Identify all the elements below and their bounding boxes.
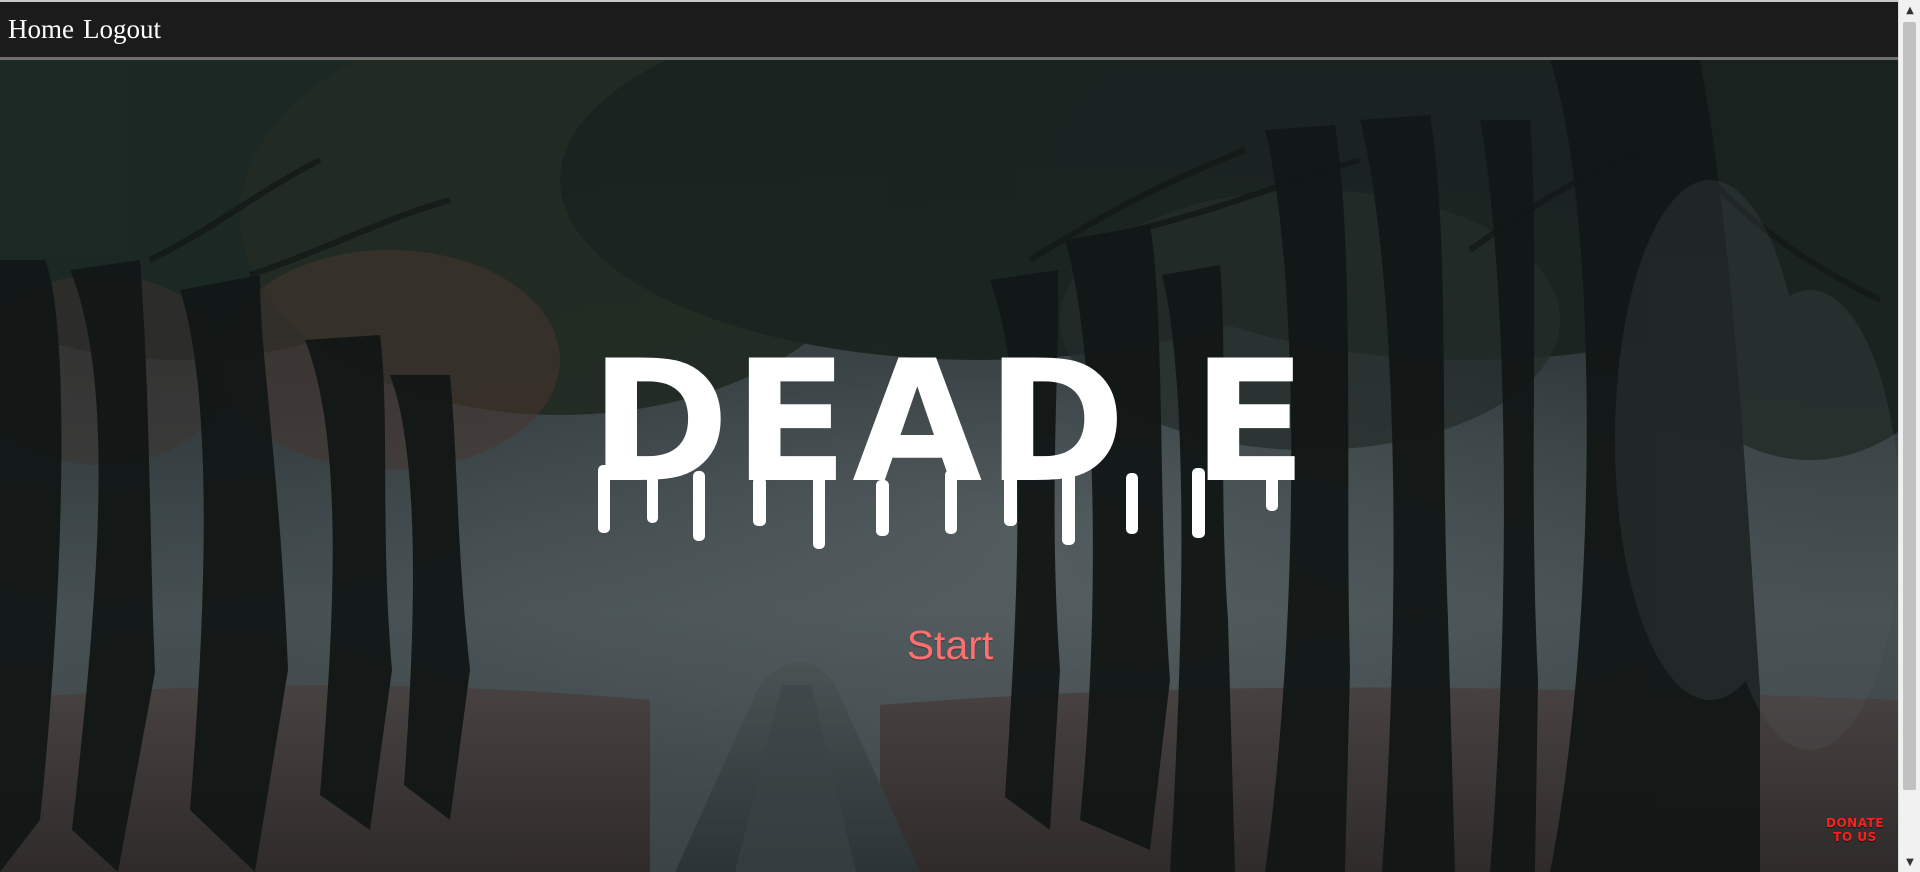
scrollbar-thumb[interactable]: [1903, 22, 1916, 790]
start-button[interactable]: Start: [860, 617, 1040, 673]
donate-line-2: TO US: [1833, 830, 1877, 844]
page: Home Logout DEAD E Start DONATE TO US ▲ …: [0, 0, 1920, 872]
nav-home-link[interactable]: Home: [8, 16, 74, 43]
nav-logout-link[interactable]: Logout: [83, 16, 161, 43]
chevron-up-icon[interactable]: ▲: [1899, 0, 1920, 20]
top-navbar: Home Logout: [0, 0, 1898, 60]
chevron-down-icon[interactable]: ▼: [1899, 852, 1920, 872]
donate-line-1: DONATE: [1826, 816, 1884, 831]
donate-button[interactable]: DONATE TO US: [1820, 810, 1890, 852]
game-title-logo: DEAD END: [590, 315, 1308, 565]
vertical-scrollbar[interactable]: ▲ ▼: [1898, 0, 1920, 872]
game-title: DEAD END: [590, 324, 1308, 520]
